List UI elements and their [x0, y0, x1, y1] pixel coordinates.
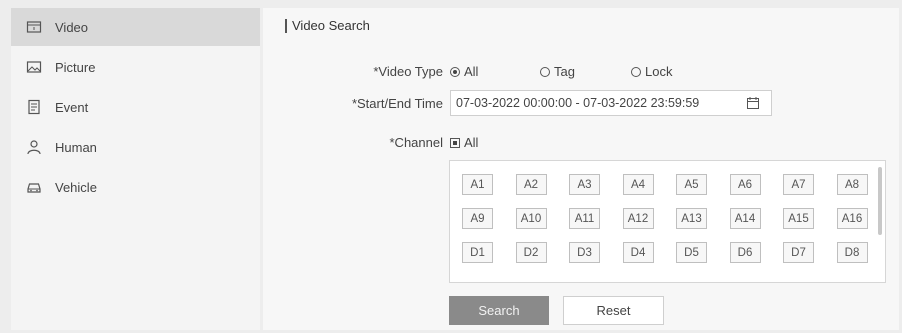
channel-button-a3[interactable]: A3: [569, 174, 600, 195]
channel-button-d1[interactable]: D1: [462, 242, 493, 263]
channel-list: A1 A2 A3 A4 A5 A6 A7 A8 A9 A10 A11 A12 A13 A14 A15 A16 D…: [449, 160, 886, 283]
sidebar-item-label: Picture: [55, 59, 96, 75]
radio-unselected-icon: [540, 66, 550, 77]
channel-button-d6[interactable]: D6: [729, 242, 761, 263]
channel-button-d7[interactable]: D7: [783, 242, 814, 263]
channel-button-a9[interactable]: A9: [462, 208, 493, 229]
channel-list-scrollbar[interactable]: [878, 167, 882, 235]
event-icon: [25, 98, 43, 116]
sidebar-item-vehicle[interactable]: Vehicle: [11, 168, 260, 206]
channel-all-checkbox[interactable]: All: [450, 135, 478, 150]
channel-button-a6[interactable]: A6: [729, 174, 761, 195]
channel-button-a15[interactable]: A15: [783, 208, 814, 229]
channel-button-a8[interactable]: A8: [836, 174, 868, 195]
channel-button-a14[interactable]: A14: [729, 208, 761, 229]
video-type-tag-radio[interactable]: Tag: [540, 64, 575, 79]
video-type-label: *Video Type: [373, 64, 443, 79]
channel-button-d2[interactable]: D2: [515, 242, 547, 263]
channel-button-a10[interactable]: A10: [515, 208, 547, 229]
channel-button-a5[interactable]: A5: [676, 174, 707, 195]
channel-button-a16[interactable]: A16: [836, 208, 868, 229]
human-icon: [25, 138, 43, 156]
radio-unselected-icon: [631, 66, 641, 77]
reset-button[interactable]: Reset: [563, 296, 664, 325]
sidebar-item-human[interactable]: Human: [11, 128, 260, 166]
channel-grid: A1 A2 A3 A4 A5 A6 A7 A8 A9 A10 A11 A12 A13 A14 A15 A16 D…: [462, 174, 868, 263]
channel-button-a1[interactable]: A1: [462, 174, 493, 195]
radio-selected-icon: [450, 66, 460, 77]
calendar-icon[interactable]: [747, 97, 759, 109]
radio-label: Tag: [554, 64, 575, 79]
time-range-value: 07-03-2022 00:00:00 - 07-03-2022 23:59:5…: [456, 96, 700, 110]
channel-button-a7[interactable]: A7: [783, 174, 814, 195]
sidebar-item-event[interactable]: Event: [11, 88, 260, 126]
video-type-lock-radio[interactable]: Lock: [631, 64, 672, 79]
channel-label: *Channel: [389, 135, 444, 150]
channel-button-a12[interactable]: A12: [622, 208, 654, 229]
checkbox-label: All: [464, 135, 479, 150]
video-icon: [25, 18, 43, 36]
video-search-panel: Video Search *Video Type All Tag Lock *S…: [263, 8, 899, 330]
sidebar-item-label: Vehicle: [55, 179, 97, 195]
start-end-time-input[interactable]: 07-03-2022 00:00:00 - 07-03-2022 23:59:5…: [450, 90, 772, 116]
title-accent-bar: [285, 18, 287, 33]
picture-icon: [25, 58, 43, 76]
channel-button-a11[interactable]: A11: [569, 208, 600, 229]
search-button[interactable]: Search: [449, 296, 549, 325]
sidebar-item-label: Human: [55, 139, 97, 155]
vehicle-icon: [25, 178, 43, 196]
sidebar-item-label: Video: [55, 19, 89, 35]
sidebar: Video Picture Event Human Vehicle: [11, 8, 260, 330]
page-title-text: Video Search: [292, 18, 370, 33]
sidebar-item-label: Event: [55, 99, 89, 115]
radio-label: All: [464, 64, 479, 79]
channel-button-d3[interactable]: D3: [569, 242, 600, 263]
channel-button-d5[interactable]: D5: [676, 242, 707, 263]
channel-button-d4[interactable]: D4: [622, 242, 654, 263]
checkbox-checked-icon: [450, 137, 460, 148]
sidebar-item-picture[interactable]: Picture: [11, 48, 260, 86]
radio-label: Lock: [645, 64, 673, 79]
start-end-time-label: *Start/End Time: [351, 96, 443, 111]
channel-button-a2[interactable]: A2: [515, 174, 547, 195]
page-title: Video Search: [285, 18, 370, 33]
sidebar-item-video[interactable]: Video: [11, 8, 260, 46]
video-type-all-radio[interactable]: All: [450, 64, 478, 79]
channel-button-d8[interactable]: D8: [836, 242, 868, 263]
channel-button-a4[interactable]: A4: [622, 174, 654, 195]
channel-button-a13[interactable]: A13: [676, 208, 707, 229]
